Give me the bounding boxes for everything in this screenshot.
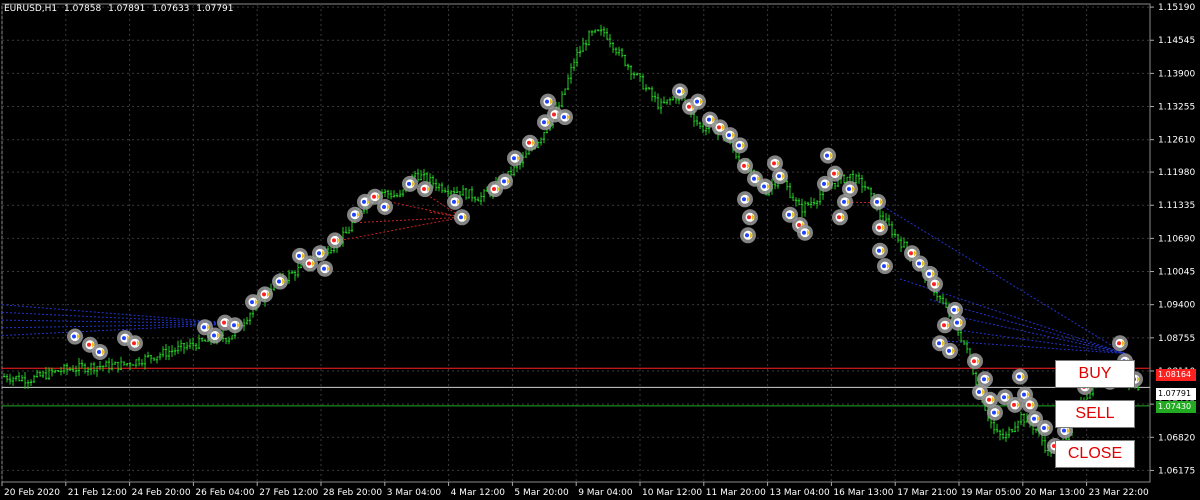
trade-marker xyxy=(772,168,788,185)
x-tick-label: 13 Mar 04:00 xyxy=(770,488,830,498)
trade-marker xyxy=(1022,396,1038,413)
trade-marker xyxy=(872,242,888,259)
y-tick-label: 1.10690 xyxy=(1158,234,1195,244)
trade-marker xyxy=(832,209,848,226)
x-tick-label: 20 Feb 2020 xyxy=(4,488,60,498)
trade-marker xyxy=(402,175,418,192)
trade-marker xyxy=(987,404,1003,421)
x-tick-label: 28 Feb 20:00 xyxy=(323,488,382,498)
chart-background xyxy=(0,0,1200,500)
close-value: 1.07791 xyxy=(196,4,234,14)
trade-marker xyxy=(737,191,753,208)
trade-marker xyxy=(92,343,108,360)
y-tick-label: 1.13255 xyxy=(1158,103,1195,113)
y-tick-label: 1.10045 xyxy=(1158,268,1195,278)
y-tick-label: 1.15190 xyxy=(1158,3,1195,13)
y-tick-label: 1.06175 xyxy=(1158,466,1195,476)
trade-marker xyxy=(1112,335,1128,352)
trade-marker xyxy=(842,181,858,198)
low-value: 1.07633 xyxy=(152,4,190,14)
trade-marker xyxy=(817,175,833,192)
x-tick-label: 3 Mar 04:00 xyxy=(387,488,442,498)
trade-marker xyxy=(127,335,143,352)
trade-marker xyxy=(272,273,288,290)
trade-marker xyxy=(877,258,893,275)
trade-marker xyxy=(742,209,758,226)
trade-marker xyxy=(227,317,243,334)
y-tick-label: 1.06820 xyxy=(1158,433,1195,443)
trade-marker xyxy=(557,109,573,126)
y-tick-label: 1.14545 xyxy=(1158,36,1195,46)
y-tick-label: 1.13900 xyxy=(1158,69,1195,79)
x-tick-label: 5 Mar 20:00 xyxy=(514,488,569,498)
trade-marker xyxy=(942,342,958,359)
trade-marker xyxy=(927,276,943,293)
trade-marker xyxy=(757,178,773,195)
chart-title: EURUSD,H1 1.07858 1.07891 1.07633 1.0779… xyxy=(4,4,238,14)
x-tick-label: 17 Mar 21:00 xyxy=(897,488,957,498)
close-button[interactable]: CLOSE xyxy=(1055,440,1135,468)
trade-marker xyxy=(732,137,748,154)
trade-marker xyxy=(377,199,393,216)
x-tick-label: 24 Feb 20:00 xyxy=(132,488,191,498)
x-tick-label: 27 Feb 12:00 xyxy=(259,488,318,498)
trade-marker xyxy=(67,328,83,345)
y-tick-label: 1.11980 xyxy=(1158,168,1195,178)
trade-marker xyxy=(312,245,328,262)
trade-marker xyxy=(937,317,953,334)
x-tick-label: 9 Mar 04:00 xyxy=(578,488,633,498)
trade-marker xyxy=(740,227,756,244)
x-tick-label: 26 Feb 04:00 xyxy=(195,488,254,498)
high-value: 1.07891 xyxy=(108,4,146,14)
current-price-label: 1.07791 xyxy=(1156,388,1196,400)
trade-marker xyxy=(257,286,273,303)
trade-marker xyxy=(497,173,513,190)
x-tick-label: 11 Mar 20:00 xyxy=(706,488,766,498)
buy-level-label: 1.08164 xyxy=(1156,369,1196,381)
trade-marker xyxy=(797,224,813,241)
x-tick-label: 16 Mar 13:00 xyxy=(833,488,893,498)
trade-marker xyxy=(454,209,470,226)
y-tick-label: 1.08755 xyxy=(1158,334,1195,344)
trade-marker xyxy=(507,150,523,167)
trade-marker xyxy=(317,260,333,277)
trade-marker xyxy=(870,193,886,210)
trade-marker xyxy=(522,134,538,151)
trade-marker xyxy=(327,232,343,249)
trade-marker xyxy=(417,181,433,198)
sell-level-label: 1.07430 xyxy=(1156,401,1196,413)
x-tick-label: 23 Mar 22:00 xyxy=(1089,488,1149,498)
trade-marker xyxy=(690,93,706,110)
sell-button[interactable]: SELL xyxy=(1055,400,1135,428)
price-chart[interactable]: 1.15190 1.14545 1.13900 1.13255 1.12610 1.119… xyxy=(0,0,1200,500)
trade-marker xyxy=(820,147,836,164)
trade-marker xyxy=(447,193,463,210)
trade-marker xyxy=(207,327,223,344)
trade-marker xyxy=(737,157,753,174)
trade-marker xyxy=(967,353,983,370)
symbol-label: EURUSD,H1 xyxy=(4,4,58,14)
x-tick-label: 4 Mar 12:00 xyxy=(451,488,506,498)
trade-marker xyxy=(1012,368,1028,385)
open-value: 1.07858 xyxy=(64,4,102,14)
trade-marker xyxy=(672,83,688,100)
trade-marker xyxy=(347,206,363,223)
trade-marker xyxy=(872,219,888,236)
y-tick-label: 1.09400 xyxy=(1158,301,1195,311)
y-tick-label: 1.12610 xyxy=(1158,136,1195,146)
trade-marker xyxy=(1037,420,1053,437)
x-tick-label: 20 Mar 13:00 xyxy=(1025,488,1085,498)
x-tick-label: 19 Mar 05:00 xyxy=(961,488,1021,498)
y-tick-label: 1.11335 xyxy=(1158,201,1195,211)
buy-button[interactable]: BUY xyxy=(1055,360,1135,388)
x-tick-label: 10 Mar 12:00 xyxy=(642,488,702,498)
x-tick-label: 21 Feb 12:00 xyxy=(68,488,127,498)
